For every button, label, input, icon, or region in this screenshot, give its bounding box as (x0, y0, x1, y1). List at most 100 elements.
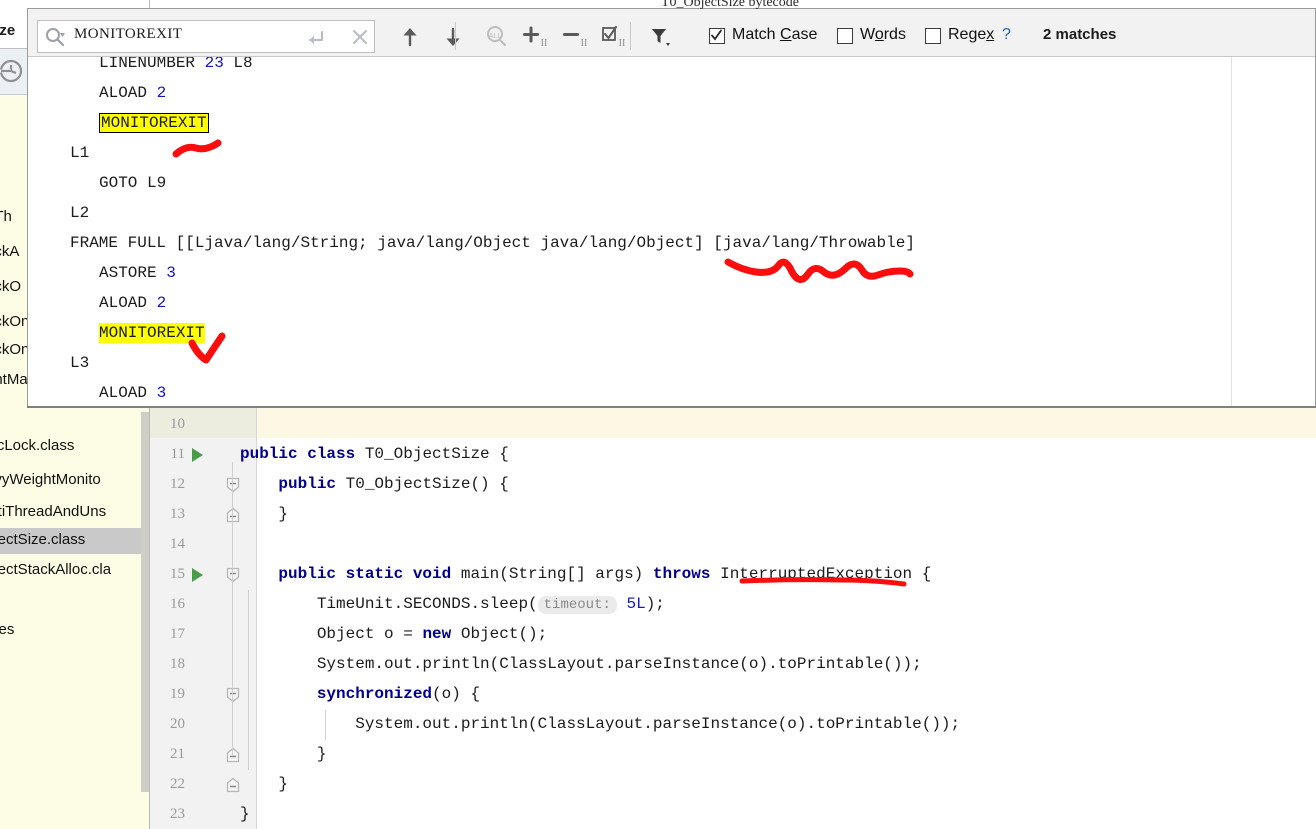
search-match-highlight: MONITOREXIT (99, 323, 205, 343)
file-tree-item[interactable]: ojectSize.class (0, 528, 150, 554)
run-gutter-icon[interactable] (192, 568, 203, 582)
sidebar-scrollbar[interactable] (141, 412, 149, 792)
fold-end-icon[interactable] (226, 747, 240, 763)
editor-fold-gutter[interactable] (230, 408, 257, 829)
line-number: 19 (170, 686, 185, 702)
remove-occurrence-icon[interactable]: II (562, 24, 588, 50)
code-editor[interactable] (150, 408, 1316, 829)
help-link[interactable]: ? (1002, 26, 1011, 44)
fold-expanded-icon[interactable] (226, 687, 240, 703)
wrap-search-icon[interactable] (305, 25, 329, 49)
fold-spine (232, 580, 233, 755)
line-number: 23 (170, 806, 185, 822)
bytecode-line: ALOAD 3 (99, 384, 167, 402)
arrow-down-icon[interactable] (440, 24, 466, 50)
line-number: 18 (170, 656, 185, 672)
line-number: 10 (170, 416, 185, 432)
line-number: 13 (170, 506, 185, 522)
code-line[interactable]: TimeUnit.SECONDS.sleep(timeout: 5L); (240, 595, 665, 614)
bytecode-line: ALOAD 2 (99, 294, 167, 312)
match-count-label: 2 matches (1043, 26, 1117, 43)
line-number: 14 (170, 536, 185, 552)
code-line[interactable]: } (240, 745, 327, 763)
filter-icon[interactable] (648, 24, 674, 50)
select-all-occurrences-icon[interactable]: II (600, 24, 626, 50)
bytecode-line: ASTORE 3 (99, 264, 176, 282)
search-icon[interactable] (44, 26, 66, 48)
code-line[interactable]: public class T0_ObjectSize { (240, 445, 509, 463)
bytecode-right-pane (1243, 57, 1315, 407)
current-line-highlight (150, 408, 1316, 438)
regex-label[interactable]: Regex (948, 26, 994, 44)
file-tree-item-label: sicLock.class (0, 437, 75, 454)
match-case-label[interactable]: Match Case (732, 26, 817, 44)
fold-end-icon[interactable] (226, 507, 240, 523)
fold-expanded-icon[interactable] (226, 567, 240, 583)
line-number: 16 (170, 596, 185, 612)
file-tree-item[interactable]: ultiThreadAndUns (0, 500, 150, 526)
parameter-hint: timeout: (537, 596, 617, 614)
bytecode-line: LINENUMBER 23 L8 (99, 57, 253, 72)
file-tree-item[interactable]: avyWeightMonito (0, 468, 150, 494)
line-number: 21 (170, 746, 185, 762)
fold-expanded-icon[interactable] (226, 477, 240, 493)
close-icon[interactable] (348, 25, 372, 49)
add-occurrence-icon[interactable]: II (522, 24, 548, 50)
code-line[interactable]: System.out.println(ClassLayout.parseInst… (240, 655, 922, 673)
bytecode-scrollbar[interactable] (1231, 57, 1243, 407)
file-tree-item[interactable]: ojectStackAlloc.cla (0, 558, 150, 584)
line-number: 11 (170, 446, 185, 462)
clock-icon[interactable] (0, 58, 26, 84)
run-gutter-icon[interactable] (192, 448, 203, 462)
bytecode-line: L2 (70, 204, 90, 222)
file-tree-item-label: avyWeightMonito (0, 471, 101, 488)
match-case-checkbox[interactable] (709, 28, 725, 44)
file-tree-item[interactable] (0, 588, 150, 614)
code-line[interactable]: } (240, 505, 288, 523)
gutter-divider (256, 408, 257, 829)
code-line[interactable]: System.out.println(ClassLayout.parseInst… (240, 715, 960, 733)
svg-text:II: II (619, 38, 626, 49)
svg-text:II: II (541, 38, 548, 49)
svg-text:II: II (581, 38, 588, 49)
file-tree-item-label: ojectStackAlloc.cla (0, 561, 112, 578)
find-all-icon[interactable]: ALL (483, 24, 509, 50)
code-line[interactable]: public static void main(String[] args) t… (240, 565, 931, 583)
line-number: 17 (170, 626, 185, 642)
line-number: 15 (170, 566, 185, 582)
file-tree-item-label: _Th (0, 208, 12, 225)
words-label[interactable]: Words (860, 26, 906, 44)
file-tree-item-label: ockA (0, 243, 20, 260)
line-number: 20 (170, 716, 185, 732)
line-number: 12 (170, 476, 185, 492)
code-line[interactable]: } (240, 805, 250, 823)
fold-end-icon[interactable] (226, 777, 240, 793)
file-tree-item-label: ultiThreadAndUns (0, 503, 107, 520)
bytecode-line: MONITOREXIT (99, 113, 209, 133)
editor-gutter[interactable] (150, 408, 230, 829)
code-line[interactable]: public T0_ObjectSize() { (240, 475, 508, 493)
search-match-highlight: MONITOREXIT (99, 113, 209, 133)
bytecode-line: L3 (70, 354, 90, 372)
fold-spine (232, 462, 233, 582)
toolbar-separator (455, 22, 456, 50)
code-line[interactable]: } (240, 775, 288, 793)
code-line[interactable]: synchronized(o) { (240, 685, 480, 703)
file-tree-item-label: ockO (0, 278, 22, 295)
bytecode-line: L1 (70, 144, 90, 162)
bytecode-line: ALOAD 2 (99, 84, 167, 102)
bytecode-content[interactable]: LINENUMBER 23 L8 ALOAD 2 MONITOREXIT L1 GOTO… (28, 57, 1231, 407)
code-line[interactable]: Object o = new Object(); (240, 625, 547, 643)
file-tree-item-label: rces (0, 621, 15, 638)
bytecode-line: GOTO L9 (99, 174, 167, 192)
search-input-value[interactable]: MONITOREXIT (74, 26, 182, 43)
popup-bottom-edge (27, 406, 1316, 408)
words-checkbox[interactable] (837, 28, 853, 44)
bytecode-line: MONITOREXIT (99, 323, 205, 343)
arrow-up-icon[interactable] (397, 24, 423, 50)
file-tree-item[interactable]: rces (0, 618, 150, 644)
regex-checkbox[interactable] (925, 28, 941, 44)
line-number: 22 (170, 776, 185, 792)
file-tree-item[interactable]: sicLock.class (0, 434, 150, 460)
toolbar-separator-2 (630, 22, 631, 50)
